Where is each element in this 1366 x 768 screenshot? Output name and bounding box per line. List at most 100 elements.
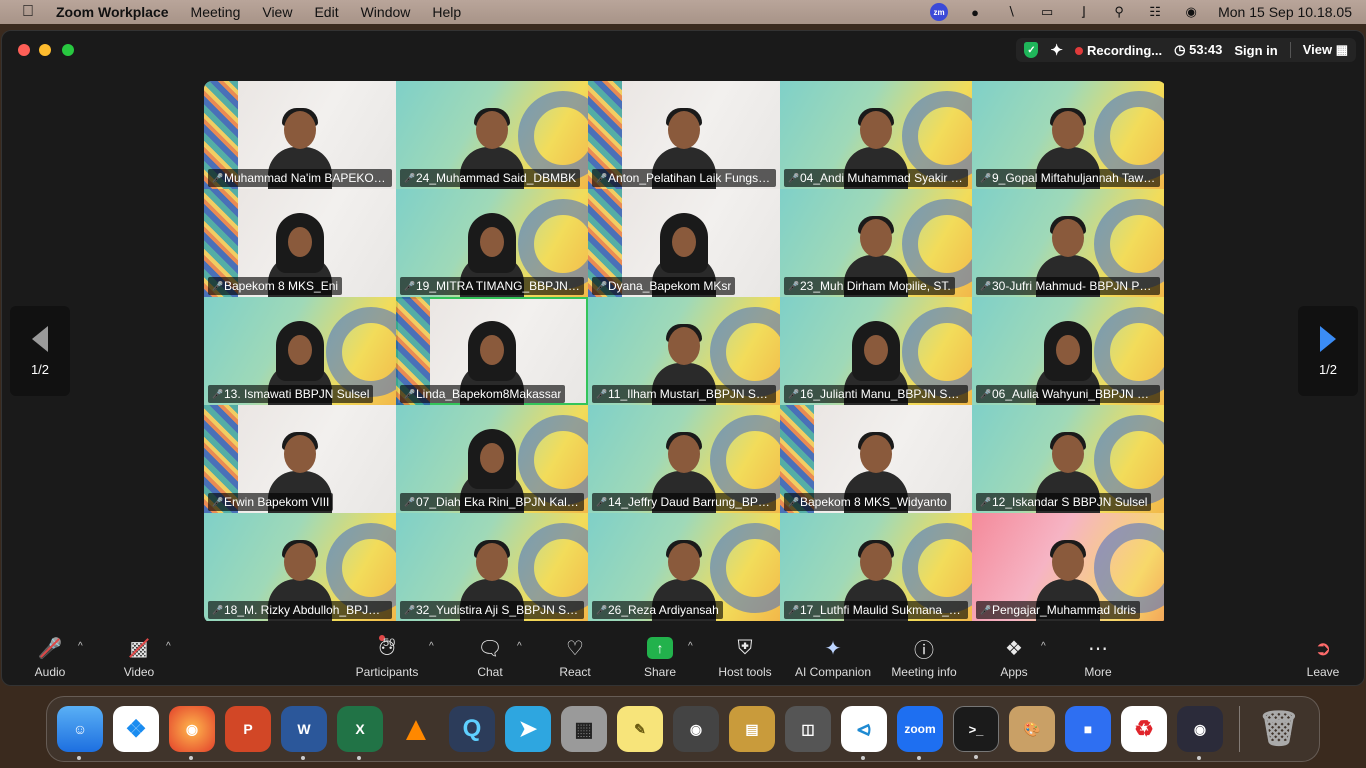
acrobat-icon[interactable]: ♻ <box>1121 706 1167 752</box>
zoom-icon[interactable]: zoom <box>897 706 943 760</box>
wifi-icon[interactable]: ⌋ <box>1074 4 1092 19</box>
participant-tile[interactable]: 🎤 13. Ismawati BBPJN Sulsel <box>204 297 396 405</box>
zoom-status-icon[interactable]: zm <box>930 3 949 21</box>
participant-tile[interactable]: 🎤19_MITRA TIMANG_BBPJN Kalbar <box>396 189 588 297</box>
participant-tile[interactable]: 🎤 Dyana_Bapekom MKsr <box>588 189 780 297</box>
apple-menu-icon[interactable]:  <box>0 3 56 21</box>
encryption-shield-icon[interactable]: ✓ <box>1024 42 1039 58</box>
apps-caret-icon[interactable]: ^ <box>1041 641 1046 652</box>
participant-tile[interactable]: 🎤 Bapekom 8 MKS_Widyanto <box>780 405 972 513</box>
participant-tile[interactable]: 🎤18_M. Rizky Abdulloh_BPJN Kalbar <box>204 513 396 621</box>
participant-tile[interactable]: 🎤Anton_Pelatihan Laik Fungsi Jalan <box>588 81 780 189</box>
participants-button[interactable]: ⚇ 50 Participants <box>351 627 423 685</box>
share-button[interactable]: ↑ Share <box>638 627 682 685</box>
participant-tile[interactable]: 🎤 Bapekom 8 MKS_Eni <box>204 189 396 297</box>
participant-name-tag: 🎤19_MITRA TIMANG_BBPJN Kalbar <box>400 277 584 295</box>
chat-button[interactable]: 🗨 Chat <box>470 627 510 685</box>
control-center-icon[interactable]: ☷ <box>1146 4 1164 19</box>
menu-app-name[interactable]: Zoom Workplace <box>56 4 169 20</box>
participant-tile[interactable]: 🎤 12_Iskandar S BBPJN Sulsel <box>972 405 1164 513</box>
word-icon[interactable]: W <box>281 706 327 760</box>
firefox-icon[interactable]: ◉ <box>169 706 215 760</box>
participant-tile[interactable]: 🎤 16_Julianti Manu_BBPJN Sulut <box>780 297 972 405</box>
minimize-window-button[interactable] <box>39 44 51 56</box>
dock-separator <box>1239 706 1240 752</box>
leave-button[interactable]: ➲ Leave <box>1303 627 1343 685</box>
participant-tile[interactable]: 🎤 Linda_Bapekom8Makassar <box>396 297 588 405</box>
finder-icon[interactable]: ☺ <box>57 706 103 760</box>
audio-options-caret-icon[interactable]: ^ <box>78 641 83 652</box>
host-tools-button[interactable]: ⛨ Host tools <box>712 627 778 685</box>
video-options-caret-icon[interactable]: ^ <box>166 641 171 652</box>
menu-clock[interactable]: Mon 15 Sep 10.18.05 <box>1218 4 1352 20</box>
info-icon: ⓘ <box>914 639 934 662</box>
participant-name-tag: 🎤 32_Yudistira Aji S_BBPJN Sulsel <box>400 601 584 619</box>
meeting-info-button[interactable]: ⓘ Meeting info <box>886 627 962 685</box>
photo-booth-icon[interactable]: ◉ <box>673 706 719 752</box>
recording-indicator[interactable]: Recording... <box>1075 43 1162 58</box>
obs-icon[interactable]: ◉ <box>1177 706 1223 760</box>
vscode-icon[interactable]: ⪦ <box>841 706 887 760</box>
trash-icon[interactable]: 🗑 <box>1256 706 1302 752</box>
participant-tile[interactable]: 🎤 Erwin Bapekom VIII <box>204 405 396 513</box>
chat-caret-icon[interactable]: ^ <box>517 641 522 652</box>
network-utility-icon[interactable]: ◫ <box>785 706 831 752</box>
view-button[interactable]: View ▦ <box>1303 42 1348 58</box>
safari-icon[interactable]: ❖ <box>113 706 159 752</box>
more-button[interactable]: ⋯ More <box>1078 627 1118 685</box>
audio-button[interactable]: 🎤 Audio <box>28 627 72 685</box>
menu-window[interactable]: Window <box>361 4 411 20</box>
next-page-button[interactable]: 1/2 <box>1298 306 1358 396</box>
fullscreen-window-button[interactable] <box>62 44 74 56</box>
sign-in-button[interactable]: Sign in <box>1234 43 1277 58</box>
close-window-button[interactable] <box>18 44 30 56</box>
bluetooth-off-icon[interactable]: ∖ <box>1002 4 1020 19</box>
participant-tile[interactable]: 🎤 32_Yudistira Aji S_BBPJN Sulsel <box>396 513 588 621</box>
participant-tile[interactable]: 🎤 11_Ilham Mustari_BBPJN Sulsel <box>588 297 780 405</box>
terminal-icon[interactable]: >_ <box>953 706 999 759</box>
participant-tile[interactable]: 🎤 17_Luthfi Maulid Sukmana_BPJN <box>780 513 972 621</box>
participant-tile[interactable]: 🎤 30-Jufri Mahmud- BBPJN Papua <box>972 189 1164 297</box>
participant-name: 32_Yudistira Aji S_BBPJN Sulsel <box>416 603 580 617</box>
participant-tile[interactable]: 🎤 06_Aulia Wahyuni_BBPJN Sulsel <box>972 297 1164 405</box>
menu-edit[interactable]: Edit <box>314 4 338 20</box>
participant-tile[interactable]: 🎤 23_Muh Dirham Mopilie, ST. <box>780 189 972 297</box>
participants-caret-icon[interactable]: ^ <box>429 641 434 652</box>
participant-name: Erwin Bapekom VIII <box>224 495 330 509</box>
previous-page-button[interactable]: 1/2 <box>10 306 70 396</box>
menu-meeting[interactable]: Meeting <box>191 4 241 20</box>
participant-tile[interactable]: 🎤 24_Muhammad Said_DBMBK <box>396 81 588 189</box>
participant-tile[interactable]: 🎤04_Andi Muhammad Syakir Salam <box>780 81 972 189</box>
participant-tile[interactable]: 🎤 26_Reza Ardiyansah <box>588 513 780 621</box>
share-caret-icon[interactable]: ^ <box>688 641 693 652</box>
archive-utility-icon[interactable]: ▤ <box>729 706 775 752</box>
vpn-shield-icon[interactable]: ● <box>966 5 984 20</box>
spotlight-search-icon[interactable]: ⚲ <box>1110 4 1128 19</box>
participant-tile[interactable]: 🎤 9_Gopal Miftahuljannah Tawang <box>972 81 1164 189</box>
background-swirl <box>710 415 780 505</box>
quicktime-icon[interactable]: Q <box>449 706 495 752</box>
camera-off-icon: ▩ <box>125 635 153 661</box>
participant-tile[interactable]: 🎤 14_Jeffry Daud Barrung_BPJN <box>588 405 780 513</box>
participant-tile[interactable]: 🎤 07_Diah Eka Rini_BPJN Kaltara <box>396 405 588 513</box>
battery-icon[interactable]: ▭ <box>1038 4 1056 19</box>
apps-button[interactable]: ❖ Apps <box>994 627 1034 685</box>
stickies-icon[interactable]: ✎ <box>617 706 663 752</box>
excel-icon[interactable]: X <box>337 706 383 760</box>
meeting-status-bar: ✓ ✦ Recording... ◷ 53:43 Sign in View ▦ <box>1016 38 1356 62</box>
participant-tile[interactable]: 🎤 Pengajar_Muhammad Idris <box>972 513 1164 621</box>
powerpoint-icon[interactable]: P <box>225 706 271 752</box>
siri-icon[interactable]: ◉ <box>1182 4 1200 19</box>
roblox-icon[interactable]: ■ <box>1065 706 1111 752</box>
vlc-icon[interactable]: ▲ <box>393 706 439 752</box>
paint-palette-icon[interactable]: 🎨 <box>1009 706 1055 752</box>
calculator-icon[interactable]: ▦ <box>561 706 607 752</box>
react-button[interactable]: ♡ React <box>554 627 596 685</box>
participant-tile[interactable]: 🎤Muhammad Na'im BAPEKOM 8 MKS <box>204 81 396 189</box>
telegram-icon[interactable]: ➤ <box>505 706 551 752</box>
menu-view[interactable]: View <box>262 4 292 20</box>
ai-sparkle-icon[interactable]: ✦ <box>1050 41 1063 59</box>
video-button[interactable]: ▩ Video <box>117 627 161 685</box>
ai-companion-button[interactable]: ✦ AI Companion <box>791 627 875 685</box>
menu-help[interactable]: Help <box>432 4 461 20</box>
